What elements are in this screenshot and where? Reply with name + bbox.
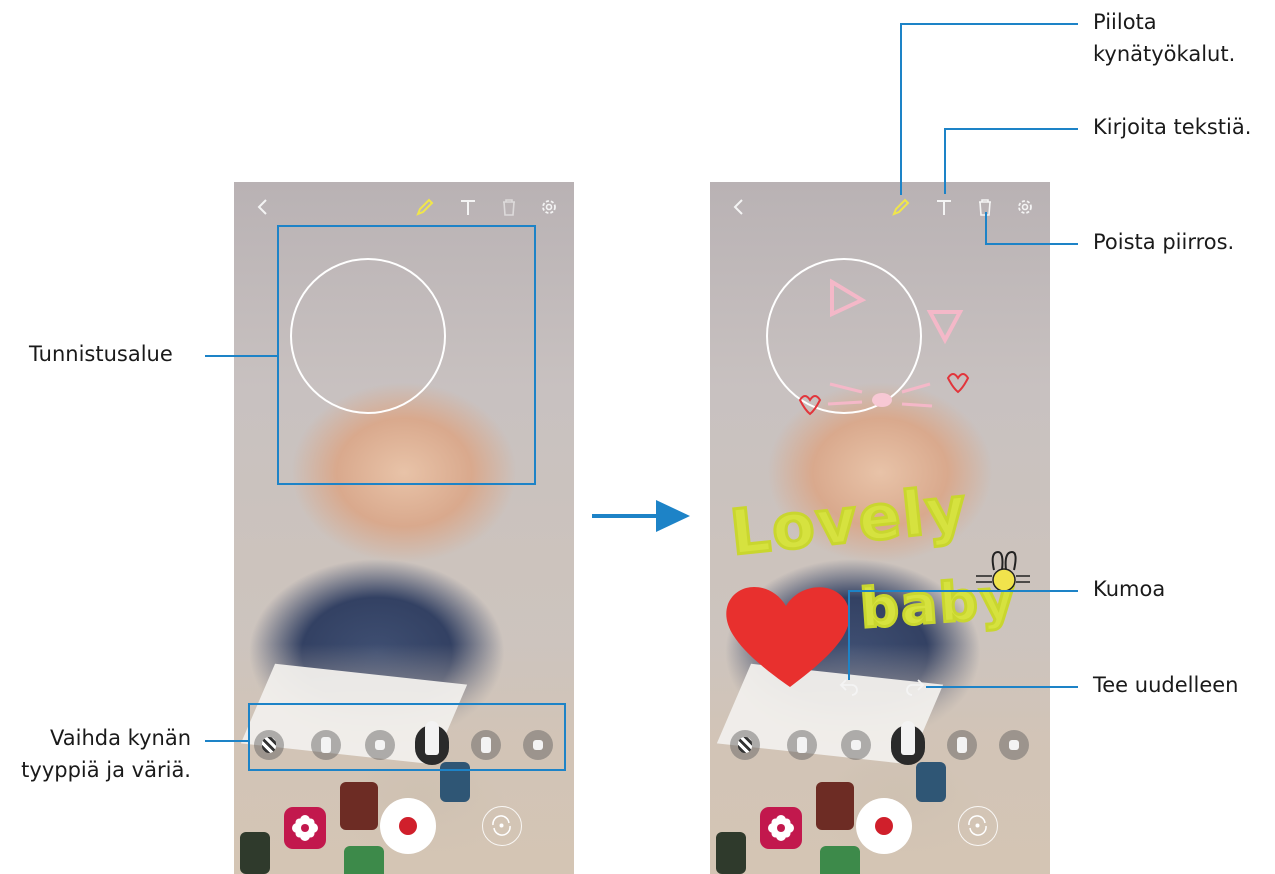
drawing-word-lovely: Lovely (725, 470, 973, 571)
change-pen-label-2: tyyppiä ja väriä. (21, 758, 191, 782)
pen-tip (797, 737, 807, 753)
switch-camera-icon (492, 815, 511, 836)
trash-icon[interactable] (498, 196, 520, 218)
gear-icon[interactable] (1014, 196, 1036, 218)
recognition-area-box (277, 225, 536, 485)
switch-camera-icon (968, 815, 987, 836)
bunny-drawing (976, 550, 1030, 592)
pen-icon[interactable] (414, 196, 436, 218)
text-icon[interactable] (933, 196, 955, 218)
text-icon[interactable] (457, 196, 479, 218)
hide-pen-line-v (900, 23, 902, 195)
pen-tip (901, 721, 915, 755)
pen-tip (1009, 740, 1019, 750)
pen-tool-pattern[interactable] (730, 730, 760, 760)
effects-button[interactable] (284, 807, 326, 849)
write-text-label: Kirjoita tekstiä. (1093, 115, 1252, 139)
delete-drawing-line-v (985, 212, 987, 244)
pen-tool-eraser[interactable] (999, 730, 1029, 760)
record-button[interactable] (856, 798, 912, 854)
pen-tool-selected[interactable] (891, 721, 925, 765)
pen-tip (738, 737, 752, 753)
right-phone-screen: Lovely baby (710, 182, 1050, 874)
flower-icon (768, 815, 794, 841)
hide-pen-label-2: kynätyökalut. (1093, 42, 1236, 66)
hide-pen-line-h (900, 23, 1078, 25)
record-button[interactable] (380, 798, 436, 854)
camera-bottom-bar (234, 788, 574, 874)
switch-camera-button[interactable] (958, 806, 998, 846)
pen-tip (851, 740, 861, 750)
change-pen-label-1: Vaihda kynän (50, 726, 191, 750)
recognition-area-line (205, 355, 277, 357)
redo-line-h (926, 686, 1078, 688)
left-phone-screen (234, 182, 574, 874)
transition-arrow (592, 500, 690, 532)
delete-drawing-line-h (985, 243, 1078, 245)
pen-icon[interactable] (890, 196, 912, 218)
delete-drawing-label: Poista piirros. (1093, 230, 1235, 254)
pen-tools-bar (710, 715, 1050, 779)
gear-icon[interactable] (538, 196, 560, 218)
write-text-line-v (944, 128, 946, 194)
recognition-area-label: Tunnistusalue (29, 342, 173, 366)
record-dot (875, 817, 893, 835)
switch-camera-button[interactable] (482, 806, 522, 846)
pen-tool-highlighter[interactable] (947, 730, 977, 760)
back-icon[interactable] (728, 196, 750, 218)
pen-tool-marker[interactable] (787, 730, 817, 760)
undo-line-h (848, 590, 1078, 592)
write-text-line-h (944, 128, 1078, 130)
undo-line-v (848, 590, 850, 680)
back-icon[interactable] (252, 196, 274, 218)
record-dot (399, 817, 417, 835)
redo-icon[interactable] (904, 674, 926, 696)
hide-pen-label-1: Piilota (1093, 10, 1157, 34)
undo-label: Kumoa (1093, 577, 1166, 601)
camera-bottom-bar (710, 788, 1050, 874)
pen-tools-highlight-box (248, 703, 566, 771)
flower-icon (292, 815, 318, 841)
pen-tool-brush[interactable] (841, 730, 871, 760)
change-pen-line (205, 740, 250, 742)
redo-label: Tee uudelleen (1093, 673, 1239, 697)
pen-tip (957, 737, 967, 753)
effects-button[interactable] (760, 807, 802, 849)
face-doodles (798, 278, 970, 416)
